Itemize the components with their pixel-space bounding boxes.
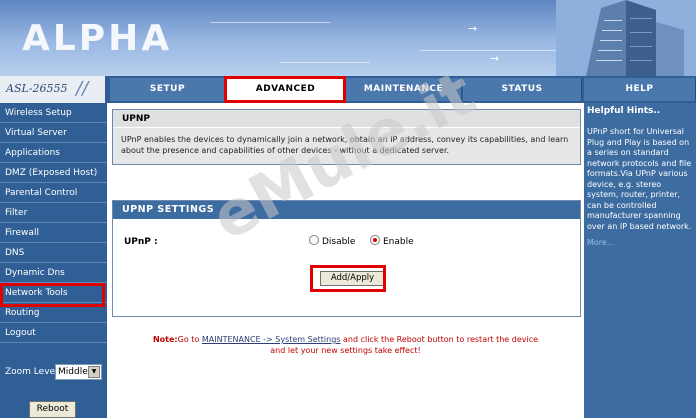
sidebar-item-filter[interactable]: Filter [0,203,107,223]
zoom-level-value: Middle [58,367,88,377]
building-image [556,0,696,76]
upnp-description: UPnP enables the devices to dynamically … [121,135,569,155]
tab-setup[interactable]: SETUP [110,78,226,101]
enable-radio[interactable] [370,235,380,245]
top-nav: ASL-26555 // SETUP ADVANCED MAINTENANCE … [0,76,696,103]
sidebar-item-dns[interactable]: DNS [0,243,107,263]
chevron-down-icon[interactable]: ▼ [88,366,100,378]
hints-more-link[interactable]: More... [584,232,696,253]
upnp-settings-panel: UPNP SETTINGS UPnP : Disable Enable Add/… [112,200,581,317]
tab-advanced[interactable]: ADVANCED [227,78,345,101]
note-text-after: and click the Reboot button to restart t… [340,335,539,344]
hints-text: UPnP short for Universal Plug and Play i… [587,127,692,231]
brand-logo: ALPHA [22,18,173,59]
upnp-field-label: UPnP : [124,237,158,247]
disable-radio-label: Disable [322,237,356,247]
system-settings-link[interactable]: MAINTENANCE -> System Settings [202,335,341,344]
sidebar-item-logout[interactable]: Logout [0,323,107,343]
tab-maintenance[interactable]: MAINTENANCE [346,78,462,101]
disable-radio[interactable] [309,235,319,245]
sidebar: Wireless Setup Virtual Server Applicatio… [0,103,107,418]
upnp-info-panel: UPNP UPnP enables the devices to dynamic… [112,109,581,165]
sidebar-item-firewall[interactable]: Firewall [0,223,107,243]
reboot-button[interactable]: Reboot [29,401,76,418]
sidebar-item-parental-control[interactable]: Parental Control [0,183,107,203]
sidebar-item-routing[interactable]: Routing [0,303,107,323]
sidebar-item-virtual-server[interactable]: Virtual Server [0,123,107,143]
note-label: Note: [152,335,178,344]
enable-radio-label: Enable [383,237,414,247]
helpful-hints-panel: Helpful Hints.. UPnP short for Universal… [584,103,696,418]
sidebar-item-dynamic-dns[interactable]: Dynamic Dns [0,263,107,283]
sidebar-item-dmz[interactable]: DMZ (Exposed Host) [0,163,107,183]
arrow-icon: → [468,22,478,35]
sidebar-item-wireless-setup[interactable]: Wireless Setup [0,103,107,123]
zoom-level-label: Zoom Level: [5,367,61,377]
sidebar-item-applications[interactable]: Applications [0,143,107,163]
sidebar-item-network-tools[interactable]: Network Tools [0,283,107,303]
tab-help[interactable]: HELP [584,78,696,101]
hints-title: Helpful Hints.. [587,106,661,116]
reboot-note: Note:Go to MAINTENANCE -> System Setting… [107,334,584,356]
tab-status[interactable]: STATUS [463,78,582,101]
zoom-level-select[interactable]: Middle ▼ [55,364,102,380]
note-text-before: Go to [177,335,202,344]
arrow-icon: → [490,52,500,65]
model-label: ASL-26555 [6,82,68,95]
header-banner: ALPHA → → [0,0,696,76]
add-apply-button[interactable]: Add/Apply [320,271,385,286]
upnp-title: UPNP [113,110,580,128]
note-line2: and let your new settings take effect! [270,346,421,355]
main-content: UPNP UPnP enables the devices to dynamic… [107,103,584,418]
slash-decoration: // [76,78,89,99]
model-badge: ASL-26555 // [0,76,107,103]
settings-title: UPNP SETTINGS [113,201,580,219]
